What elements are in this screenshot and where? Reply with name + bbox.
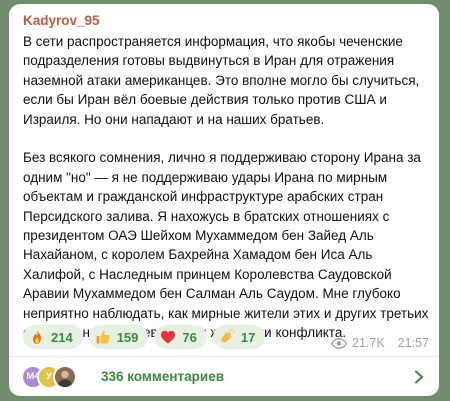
message-paragraph-1: В сети распространяется информация, что … xyxy=(23,34,420,127)
message-time: 21:57 xyxy=(397,336,429,350)
channel-author-name[interactable]: Kadyrov_95 xyxy=(23,13,100,28)
reaction-heart[interactable]: 76 xyxy=(154,325,207,349)
message-text: В сети распространяется информация, что … xyxy=(23,32,431,342)
reactions-bar: 214 159 76 17 xyxy=(23,325,266,349)
comments-count-label: 336 комментариев xyxy=(101,369,225,384)
avatar-photo xyxy=(53,364,77,389)
reaction-clap[interactable]: 17 xyxy=(212,325,266,349)
message-meta: 21.7K 21:57 xyxy=(331,336,429,350)
person-icon xyxy=(57,370,73,387)
red-heart-emoji-icon xyxy=(161,330,176,344)
reaction-fire-count: 214 xyxy=(51,329,73,345)
comments-button[interactable]: M4 У 336 комментариев xyxy=(9,357,439,396)
thumbs-up-emoji-icon xyxy=(96,330,110,344)
fire-emoji-icon xyxy=(33,330,41,344)
view-count: 21.7K xyxy=(352,336,385,350)
message-paragraph-2: Без всякого сомнения, лично я поддержива… xyxy=(23,150,429,341)
reaction-thumbs-up[interactable]: 159 xyxy=(88,325,149,349)
eye-icon xyxy=(331,337,348,349)
reaction-fire[interactable]: 214 xyxy=(23,325,83,349)
message-bubble: Kadyrov_95 В сети распространяется инфор… xyxy=(9,4,439,396)
clapping-hands-emoji-icon xyxy=(221,329,235,343)
commenter-avatars: M4 У xyxy=(21,364,79,389)
reaction-clap-count: 17 xyxy=(240,329,256,345)
chevron-right-icon xyxy=(415,370,423,384)
reaction-thumbs-up-count: 159 xyxy=(116,329,139,345)
reaction-heart-count: 76 xyxy=(182,329,197,345)
